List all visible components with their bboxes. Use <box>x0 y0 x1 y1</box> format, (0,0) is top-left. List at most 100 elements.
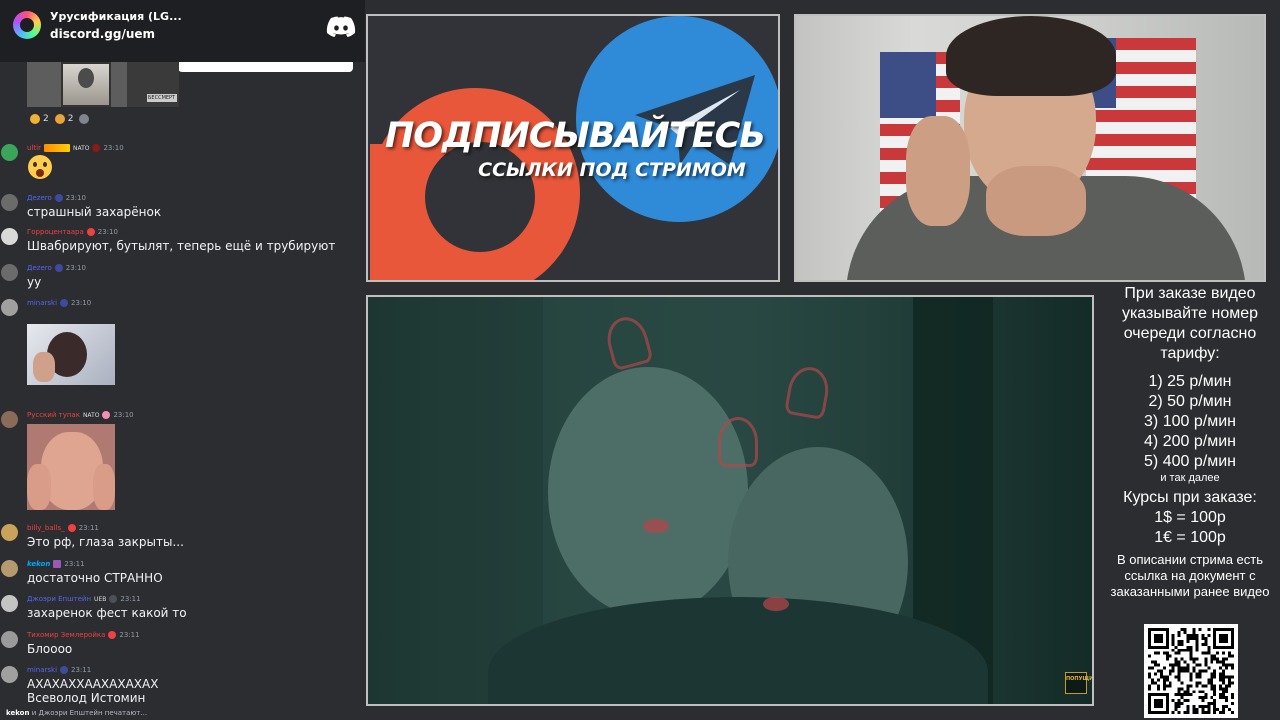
message-meta: ultir NATO 23:10 <box>27 144 124 152</box>
timestamp: 23:10 <box>113 411 134 419</box>
author-name[interactable]: Дezero <box>27 194 52 202</box>
emoji-icon <box>30 114 40 124</box>
reaction-bar: 2 2 <box>30 114 90 124</box>
message-image-webcam[interactable] <box>27 324 115 385</box>
message-text: Блоооо <box>27 642 73 656</box>
avatar[interactable] <box>1 144 18 161</box>
rate-item: 1€ = 100р <box>1154 529 1226 546</box>
streamer-hand <box>906 116 970 226</box>
avatar[interactable] <box>1 666 18 683</box>
reaction[interactable]: 2 <box>30 114 49 124</box>
role-icon <box>54 264 63 272</box>
subscribe-headline: ПОДПИСЫВАЙТЕСЬ <box>385 116 766 156</box>
role-icon <box>67 524 76 532</box>
timestamp: 23:11 <box>64 560 85 568</box>
person-left <box>548 367 748 617</box>
message-meta: Русский тупак NATO 23:10 <box>27 411 134 419</box>
author-name[interactable]: Горроцентаара <box>27 228 84 236</box>
avatar[interactable] <box>1 411 18 428</box>
add-reaction-icon[interactable] <box>79 114 90 124</box>
avatar[interactable] <box>1 194 18 211</box>
timestamp: 23:10 <box>65 264 86 272</box>
message-image-portrait[interactable]: БЕССМЕРТ <box>27 62 179 107</box>
invite-link[interactable]: discord.gg/uem <box>50 27 155 41</box>
author-name[interactable]: Джоэри Епштейн <box>27 595 91 603</box>
message-text: Это рф, глаза закрыты... <box>27 535 184 549</box>
tier-item: 3) 100 р/мин <box>1144 413 1236 430</box>
timestamp: 23:11 <box>119 631 140 639</box>
message-text: захаренок фест какой то <box>27 606 187 620</box>
pricing-tiers: 1) 25 р/мин 2) 50 р/мин 3) 100 р/мин 4) … <box>1100 372 1280 472</box>
message-meta: Дezero 23:10 <box>27 194 86 202</box>
timestamp: 23:10 <box>71 299 92 307</box>
reaction[interactable]: 2 <box>54 114 73 124</box>
portrait-face <box>78 68 94 88</box>
server-name: Урусификация (LG... <box>50 10 182 23</box>
message-meta: minarski 23:11 <box>27 666 91 674</box>
author-name[interactable]: Дezero <box>27 264 52 272</box>
author-name[interactable]: minarski <box>27 666 57 674</box>
role-icon <box>102 411 111 419</box>
avatar[interactable] <box>1 228 18 245</box>
role-icon <box>60 299 69 307</box>
message-text: страшный захарёнок <box>27 205 162 219</box>
description-note: В описании стрима есть ссылка на докумен… <box>1110 552 1270 599</box>
author-name[interactable]: Тихомир Землеройка <box>27 631 105 639</box>
tier-item: 2) 50 р/мин <box>1148 393 1232 410</box>
cat-nose-icon <box>763 597 789 611</box>
chat-overlay: Урусификация (LG... discord.gg/uem БЕССМ… <box>0 0 365 720</box>
discord-widget-header[interactable]: Урусификация (LG... discord.gg/uem <box>0 0 365 62</box>
avatar[interactable] <box>1 524 18 541</box>
message-meta: kekon 23:11 <box>27 560 85 568</box>
qr-code-icon[interactable] <box>1144 624 1238 718</box>
message-meta: Джоэри Епштейн UEB 23:11 <box>27 595 141 603</box>
message-text: достаточно СТРАННО <box>27 571 163 585</box>
rates-title: Курсы при заказе: <box>1123 489 1257 506</box>
timestamp: 23:11 <box>78 524 99 532</box>
video-player[interactable]: ПОПУЩИШЬ <box>366 295 1094 706</box>
discord-logo-icon <box>326 16 356 37</box>
author-name[interactable]: ultir <box>27 144 41 152</box>
message-meta: Тихомир Землеройка 23:11 <box>27 631 140 639</box>
server-icon <box>13 11 41 39</box>
message-image-face[interactable] <box>27 424 115 510</box>
typing-rest: и Джоэри Епштейн печатают... <box>29 709 148 717</box>
message-text: АХАХАХХААХАХАХАХ <box>27 677 159 691</box>
avatar[interactable] <box>1 595 18 612</box>
message-meta: billy_balls_ 23:11 <box>27 524 99 532</box>
avatar[interactable] <box>1 299 18 316</box>
message-text: уу <box>27 275 42 289</box>
channel-watermark: ПОПУЩИШЬ <box>1065 672 1092 694</box>
message-text: Швабрируют, бутылят, теперь ещё и трубир… <box>27 239 336 253</box>
tier-item: 4) 200 р/мин <box>1144 433 1236 450</box>
avatar[interactable] <box>1 631 18 648</box>
image-plaque: БЕССМЕРТ <box>147 94 177 102</box>
nato-tag: NATO <box>82 411 100 419</box>
author-name[interactable]: kekon <box>27 560 50 568</box>
tier-item: 1) 25 р/мин <box>1148 373 1232 390</box>
message-meta: minarski 23:10 <box>27 299 91 307</box>
streamer-hand-chin <box>986 166 1086 236</box>
timestamp: 23:10 <box>65 194 86 202</box>
timestamp: 23:10 <box>103 144 124 152</box>
role-icon <box>60 666 69 674</box>
message-meta: Дezero 23:10 <box>27 264 86 272</box>
role-icon <box>109 595 118 603</box>
message-text-line2: Всеволод Истомин <box>27 691 146 705</box>
avatar[interactable] <box>1 264 18 281</box>
rate-item: 1$ = 100р <box>1154 509 1226 526</box>
emoji-icon <box>54 114 65 124</box>
role-badge-icon <box>43 144 70 152</box>
author-name[interactable]: billy_balls_ <box>27 524 65 532</box>
streamer-hair <box>946 16 1116 96</box>
role-icon <box>54 194 63 202</box>
author-name[interactable]: minarski <box>27 299 57 307</box>
role-icon <box>108 631 117 639</box>
cat-nose-icon <box>643 519 669 533</box>
role-icon <box>92 144 101 152</box>
avatar[interactable] <box>1 560 18 577</box>
tier-item: 5) 400 р/мин <box>1144 453 1236 470</box>
author-name[interactable]: Русский тупак <box>27 411 80 419</box>
cat-ear-icon <box>718 417 758 467</box>
role-icon <box>86 228 95 236</box>
